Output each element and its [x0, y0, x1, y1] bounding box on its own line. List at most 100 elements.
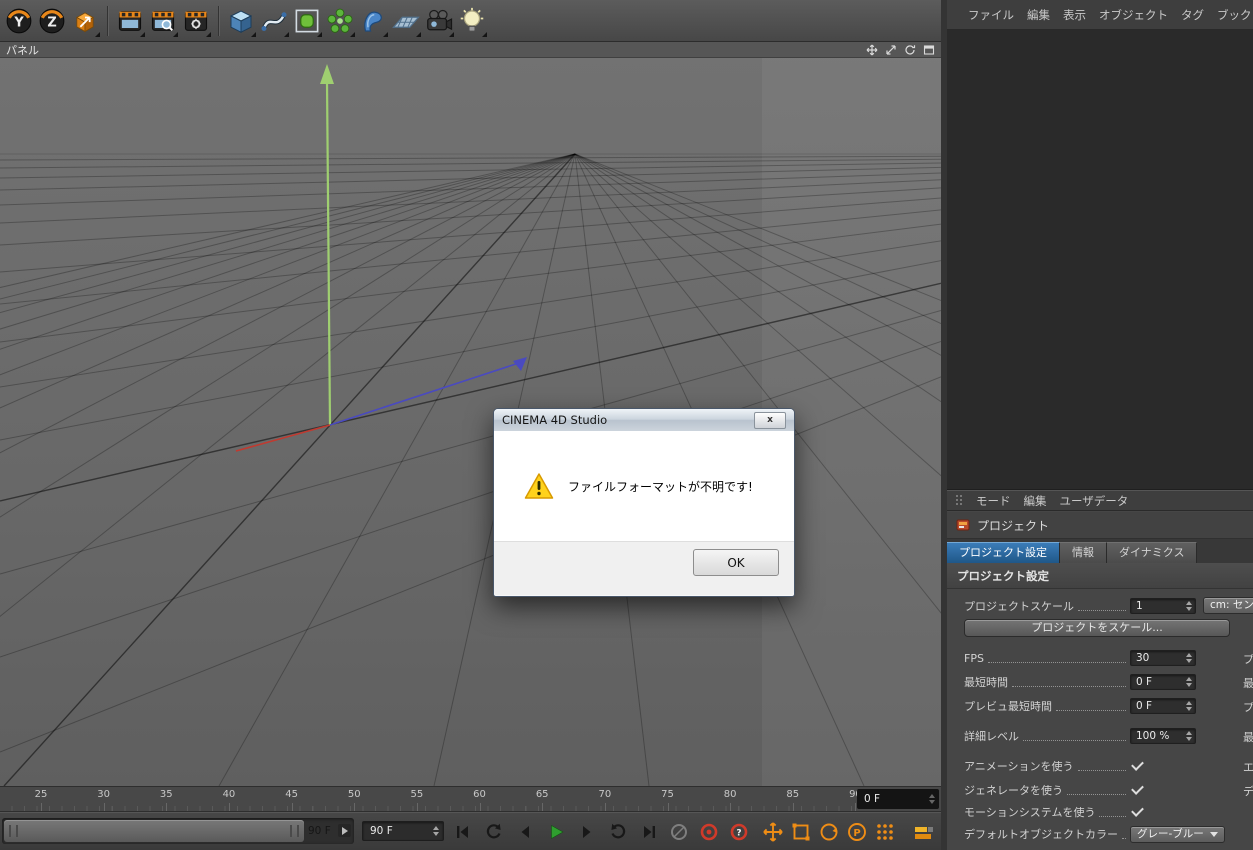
menu-view[interactable]: 表示 — [1063, 7, 1086, 23]
render-region-button[interactable] — [147, 4, 179, 38]
chevron-down-icon — [1209, 831, 1218, 837]
scale-project-button[interactable]: プロジェクトをスケール... — [964, 619, 1230, 637]
checkbox-checked-icon[interactable] — [1131, 804, 1144, 817]
menu-bookmarks[interactable]: ブック — [1217, 7, 1252, 23]
play-button[interactable] — [541, 819, 571, 845]
checkbox-checked-icon[interactable] — [1131, 758, 1144, 771]
menu-objects[interactable]: オブジェクト — [1099, 7, 1168, 23]
menu-mode[interactable]: モード — [976, 493, 1011, 509]
next-frame-button[interactable] — [572, 819, 602, 845]
viewport-menubar: パネル — [0, 42, 941, 58]
pan-view-icon[interactable] — [866, 44, 878, 56]
previous-frame-button[interactable] — [510, 819, 540, 845]
viewport-panel-menu[interactable]: パネル — [6, 42, 39, 58]
perspective-viewport[interactable]: パネル — [0, 42, 941, 786]
light-object-button[interactable] — [456, 4, 488, 38]
record-parameter-toggle[interactable]: P — [846, 821, 868, 843]
keyframe-toggles: P — [762, 821, 896, 843]
record-disabled-button[interactable] — [668, 821, 690, 843]
use-animation-row: アニメーションを使う エ — [964, 757, 1253, 775]
go-to-start-button[interactable] — [448, 819, 478, 845]
draw-spline-button[interactable] — [258, 4, 290, 38]
zoom-view-icon[interactable] — [885, 44, 897, 56]
ok-button[interactable]: OK — [693, 549, 779, 576]
timeline-ruler[interactable]: 25 30 35 40 45 50 55 60 65 70 75 80 85 90 0 F — [0, 786, 941, 812]
dialog-close-button[interactable]: x — [754, 411, 786, 429]
record-rotation-toggle[interactable] — [818, 821, 840, 843]
menu-tags[interactable]: タグ — [1181, 7, 1204, 23]
section-title[interactable]: プロジェクト設定 — [947, 563, 1253, 589]
next-frame-icon — [583, 826, 591, 838]
svg-text:Y: Y — [13, 15, 24, 30]
redo-button[interactable]: Y — [3, 4, 35, 38]
toggle-panels-icon[interactable] — [923, 44, 935, 56]
play-small-icon — [341, 826, 348, 835]
coordinate-system-icon — [76, 11, 94, 32]
record-position-toggle[interactable] — [762, 821, 784, 843]
menu-edit[interactable]: 編集 — [1027, 7, 1050, 23]
min-time-input[interactable]: 0 F — [1130, 674, 1196, 690]
coordinate-system-button[interactable] — [69, 4, 101, 38]
render-view-button[interactable] — [114, 4, 146, 38]
current-frame-field[interactable]: 0 F — [857, 789, 939, 809]
scale-unit-dropdown[interactable]: cm: セン — [1203, 597, 1253, 614]
spinner-icon[interactable] — [433, 826, 439, 836]
dotted-leader — [1122, 838, 1126, 839]
mini-layout-button[interactable] — [912, 821, 936, 845]
dotted-leader — [1012, 686, 1126, 687]
spinner-icon[interactable] — [1186, 653, 1192, 663]
tab-project-settings[interactable]: プロジェクト設定 — [947, 542, 1060, 563]
add-cube-button[interactable] — [225, 4, 257, 38]
ruler-tick-label: 60 — [473, 789, 486, 800]
record-point-level-toggle[interactable] — [874, 821, 896, 843]
project-scale-input[interactable]: 1 — [1130, 598, 1196, 614]
clipped-label: 最 — [1243, 677, 1253, 690]
play-backwards-button[interactable] — [479, 819, 509, 845]
array-object-icon — [327, 8, 353, 33]
subdivision-surface-button[interactable] — [291, 4, 323, 38]
detail-level-input[interactable]: 100 % — [1130, 728, 1196, 744]
play-loop-button[interactable] — [603, 819, 633, 845]
dialog-titlebar[interactable]: CINEMA 4D Studio x — [494, 409, 794, 431]
use-motion-system-row: モーションシステムを使う — [964, 803, 1196, 821]
range-expand-button[interactable] — [338, 824, 351, 837]
record-position-icon — [763, 822, 783, 842]
array-object-button[interactable] — [324, 4, 356, 38]
render-settings-button[interactable] — [180, 4, 212, 38]
range-end-field[interactable]: 90 F — [362, 821, 444, 841]
dialog-content: ファイルフォーマットが不明です! — [494, 431, 794, 541]
default-object-color-dropdown[interactable]: グレー-ブルー — [1130, 825, 1225, 843]
render-region-icon — [151, 10, 175, 31]
spinner-icon[interactable] — [929, 794, 935, 804]
fps-input[interactable]: 30 — [1130, 650, 1196, 666]
rotate-view-icon[interactable] — [904, 44, 916, 56]
record-keyframe-button[interactable] — [698, 821, 720, 843]
drag-handle-icon[interactable] — [955, 494, 963, 508]
undo-z-icon: Z — [39, 8, 65, 33]
tab-info[interactable]: 情報 — [1060, 542, 1107, 563]
spinner-icon[interactable] — [1186, 677, 1192, 687]
ruler-tick-label: 35 — [159, 789, 173, 800]
spinner-icon[interactable] — [1186, 601, 1192, 611]
spinner-icon[interactable] — [1186, 731, 1192, 741]
menu-file[interactable]: ファイル — [968, 7, 1014, 23]
use-motion-system-label: モーションシステムを使う — [964, 806, 1096, 819]
camera-object-button[interactable] — [423, 4, 455, 38]
checkbox-checked-icon[interactable] — [1131, 782, 1144, 795]
menu-userdata[interactable]: ユーザデータ — [1060, 493, 1129, 509]
record-scale-toggle[interactable] — [790, 821, 812, 843]
fps-row: FPS 30 プ — [964, 649, 1253, 667]
floor-object-button[interactable] — [390, 4, 422, 38]
preview-min-time-input[interactable]: 0 F — [1130, 698, 1196, 714]
timeline-scrollbar[interactable] — [2, 818, 354, 844]
deformer-button[interactable] — [357, 4, 389, 38]
transport-controls — [448, 819, 664, 845]
timeline-scrollbar-handle[interactable] — [4, 820, 304, 842]
menu-edit2[interactable]: 編集 — [1024, 493, 1047, 509]
spinner-icon[interactable] — [1186, 701, 1192, 711]
tab-dynamics[interactable]: ダイナミクス — [1107, 542, 1198, 563]
undo-button[interactable]: Z — [36, 4, 68, 38]
object-manager-list[interactable] — [947, 30, 1253, 490]
go-to-end-button[interactable] — [634, 819, 664, 845]
autokeying-help-button[interactable]: ? — [728, 821, 750, 843]
